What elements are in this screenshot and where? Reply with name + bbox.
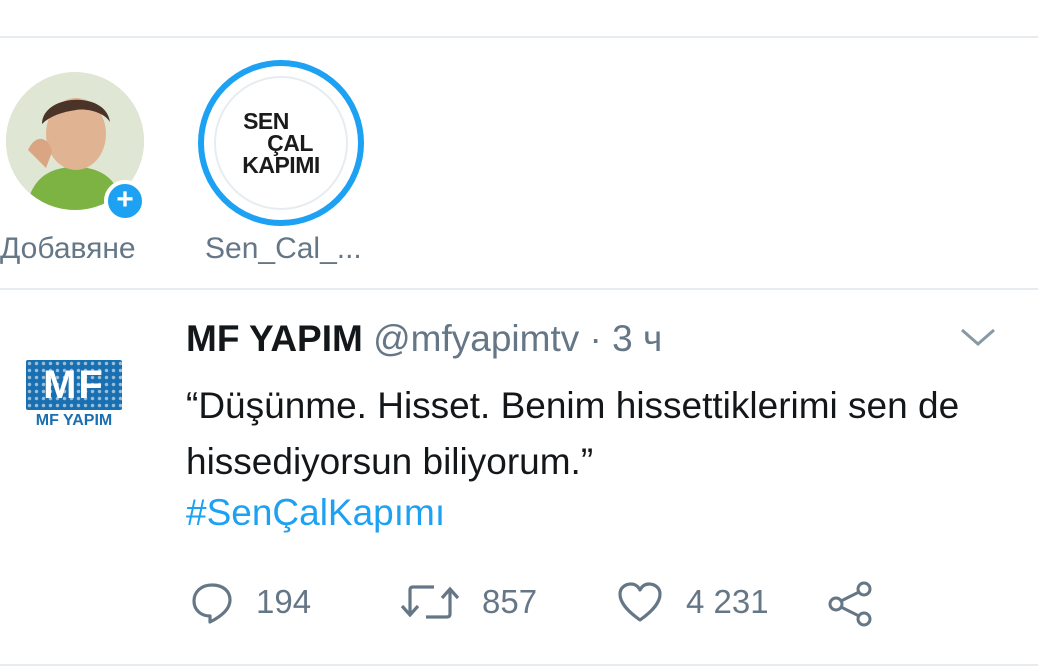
retweet-count: 857 <box>482 583 538 620</box>
story-sen-cal[interactable]: SEN ÇAL KAPIMI <box>198 60 364 226</box>
share-button[interactable] <box>826 580 896 628</box>
reply-count: 194 <box>256 583 312 620</box>
tweet-actions: 194 857 4 231 <box>0 580 1038 630</box>
tweet-header: MF YAPIM @mfyapimtv · 3 ч <box>186 318 662 360</box>
like-button[interactable]: 4 231 <box>616 580 769 624</box>
retweet-button[interactable]: 857 <box>400 580 537 624</box>
author-handle[interactable]: @mfyapimtv <box>373 318 579 359</box>
like-count: 4 231 <box>686 583 769 620</box>
tweet-time[interactable]: 3 ч <box>612 318 662 359</box>
add-story-button[interactable]: + <box>104 180 146 222</box>
chevron-down-icon[interactable] <box>958 322 998 352</box>
bottom-divider <box>0 664 1038 666</box>
reply-button[interactable]: 194 <box>190 580 311 624</box>
tweet-text: “Düşünme. Hisset. Benim hissettiklerimi … <box>186 385 960 482</box>
logo-text: ÇAL <box>267 130 313 156</box>
tweet-author-avatar[interactable]: MF MF YAPIM <box>22 360 126 438</box>
separator: · <box>589 318 602 359</box>
story-label-add[interactable]: Добавяне <box>0 232 136 266</box>
logo-caption: MF YAPIM <box>35 412 113 429</box>
author-name[interactable]: MF YAPIM <box>186 318 363 359</box>
story-label-sen-cal[interactable]: Sen_Cal_... <box>205 232 362 266</box>
sen-cal-kapimi-logo: SEN ÇAL KAPIMI <box>214 76 348 210</box>
stories-divider <box>0 288 1038 290</box>
top-divider <box>0 36 1038 38</box>
heart-icon <box>618 582 662 622</box>
logo-text: SEN <box>243 108 289 134</box>
logo-text: KAPIMI <box>242 152 320 178</box>
mf-yapim-logo: MF <box>26 360 122 410</box>
plus-icon: + <box>116 183 134 216</box>
share-icon <box>828 581 872 627</box>
retweet-icon <box>400 585 460 619</box>
hashtag-link[interactable]: #SenÇalKapımı <box>186 492 445 534</box>
reply-icon <box>192 583 232 624</box>
